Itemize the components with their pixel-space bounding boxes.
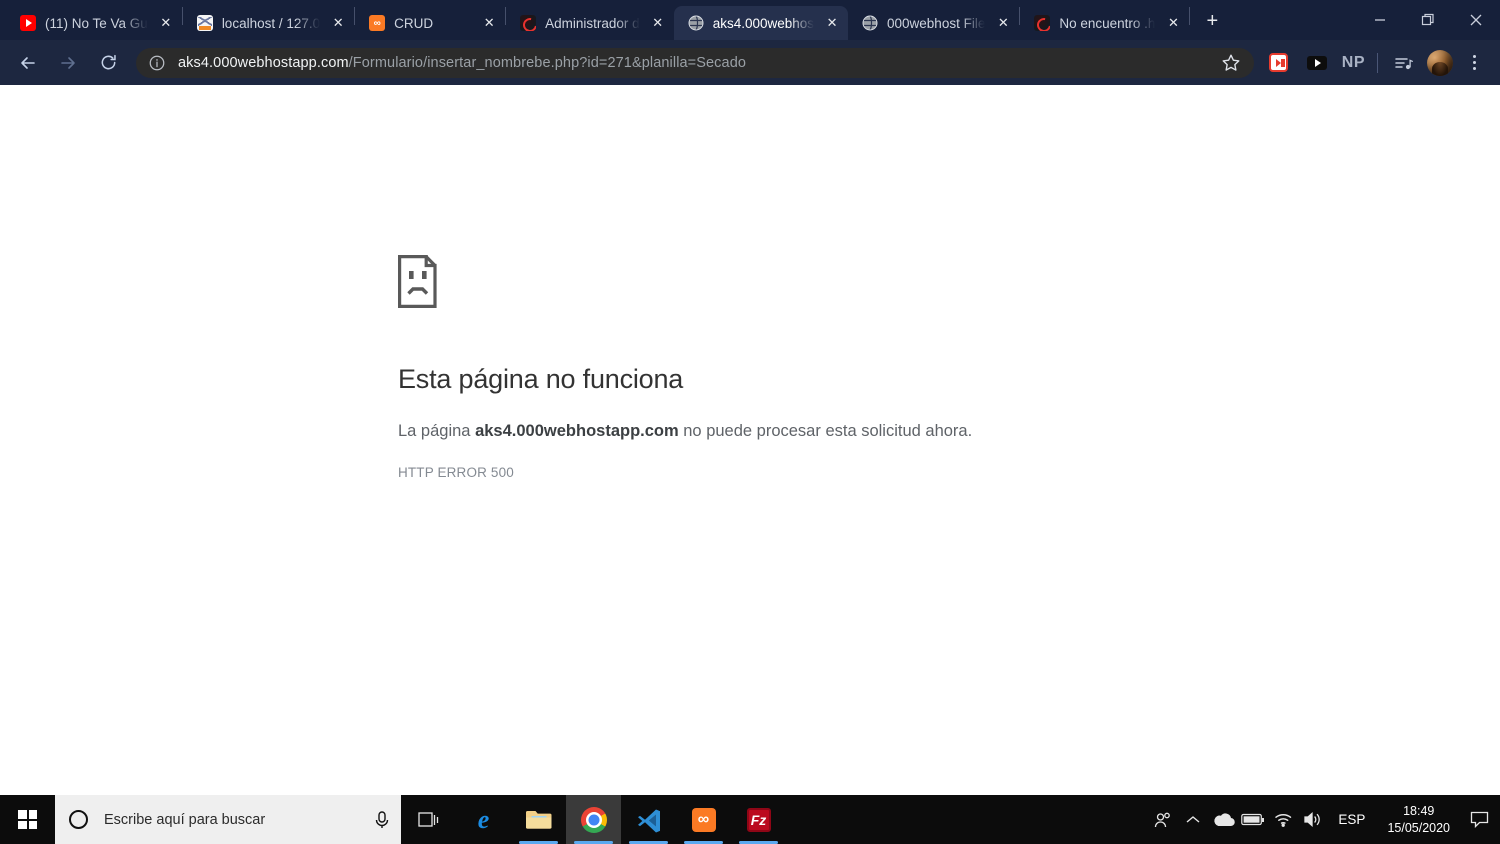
tab-title: (11) No Te Va Gu	[45, 15, 148, 31]
browser-tab-crud[interactable]: ∞ CRUD ✕	[355, 6, 505, 40]
000webhost-icon	[520, 15, 537, 31]
taskbar-item-file-explorer[interactable]	[511, 795, 566, 844]
new-tab-button[interactable]: +	[1198, 8, 1226, 36]
browser-tab-administrador[interactable]: Administrador d ✕	[506, 6, 674, 40]
phpmyadmin-icon	[196, 15, 213, 31]
battery-icon[interactable]	[1238, 795, 1268, 844]
error-message-prefix: La página	[398, 422, 476, 440]
onedrive-cloud-icon[interactable]	[1208, 795, 1238, 844]
tab-close-icon[interactable]: ✕	[1165, 15, 1181, 31]
vscode-icon	[636, 807, 662, 833]
taskbar-item-task-view[interactable]	[401, 795, 456, 844]
taskbar-item-edge[interactable]: e	[456, 795, 511, 844]
windows-start-icon[interactable]	[0, 795, 55, 844]
keyboard-language-label[interactable]: ESP	[1328, 812, 1375, 827]
tab-title: CRUD	[394, 15, 434, 31]
taskbar-item-filezilla[interactable]: Fz	[731, 795, 786, 844]
media-playlist-icon[interactable]	[1388, 48, 1418, 78]
taskbar-clock[interactable]: 18:49 15/05/2020	[1375, 795, 1462, 844]
browser-tab-youtube[interactable]: (11) No Te Va Gu ✕	[6, 6, 182, 40]
site-information-icon[interactable]	[148, 54, 166, 72]
bookmark-star-icon[interactable]	[1220, 52, 1242, 74]
clock-date: 15/05/2020	[1387, 820, 1450, 835]
globe-icon	[862, 15, 878, 31]
tab-close-icon[interactable]: ✕	[995, 15, 1011, 31]
tab-title: Administrador d	[545, 15, 640, 31]
window-controls	[1356, 0, 1500, 40]
cortana-icon[interactable]	[69, 810, 88, 829]
file-explorer-icon	[525, 808, 553, 831]
tab-title: 000webhost File	[887, 15, 986, 31]
address-bar-url: aks4.000webhostapp.com/Formulario/insert…	[178, 55, 1220, 71]
error-message-domain: aks4.000webhostapp.com	[475, 422, 679, 440]
windows-taskbar: Escribe aquí para buscar e ∞ Fz ESP 18:4…	[0, 795, 1500, 844]
search-input-placeholder[interactable]: Escribe aquí para buscar	[104, 812, 373, 828]
clock-time: 18:49	[1403, 803, 1435, 818]
error-code: HTTP ERROR 500	[398, 465, 514, 480]
xampp-icon: ∞	[369, 15, 386, 31]
close-button[interactable]	[1452, 0, 1500, 40]
page-title: Esta página no funciona	[398, 364, 684, 394]
xampp-icon: ∞	[691, 807, 716, 832]
taskbar-item-chrome[interactable]	[566, 795, 621, 844]
reload-icon[interactable]	[93, 48, 123, 78]
edge-icon: e	[477, 805, 490, 834]
fast-forward-extension-icon[interactable]	[1264, 48, 1294, 78]
action-center-icon[interactable]	[1462, 795, 1496, 844]
toolbar-separator	[1377, 52, 1378, 73]
profile-initials-label[interactable]: NP	[1336, 54, 1371, 72]
url-host: aks4.000webhostapp.com	[178, 54, 349, 71]
show-hidden-icons-icon[interactable]	[1178, 795, 1208, 844]
chrome-menu-icon[interactable]	[1460, 48, 1488, 78]
tab-separator	[1189, 7, 1191, 25]
taskbar-item-vscode[interactable]	[621, 795, 676, 844]
tab-close-icon[interactable]: ✕	[158, 15, 174, 31]
page-content-area: Esta página no funciona La página aks4.0…	[0, 85, 1500, 795]
chrome-browser-window: (11) No Te Va Gu ✕ localhost / 127.0 ✕ ∞…	[0, 0, 1500, 795]
browser-tab-000webhost-files[interactable]: 000webhost File ✕	[848, 6, 1019, 40]
microphone-icon[interactable]	[373, 810, 391, 830]
browser-tab-no-encuentro[interactable]: No encuentro .h ✕	[1020, 6, 1189, 40]
browser-toolbar: aks4.000webhostapp.com/Formulario/insert…	[0, 40, 1500, 85]
minimize-button[interactable]	[1356, 0, 1404, 40]
forward-arrow-icon[interactable]	[53, 48, 83, 78]
people-icon[interactable]	[1148, 795, 1178, 844]
error-message-suffix: no puede procesar esta solicitud ahora.	[678, 422, 973, 440]
address-bar[interactable]: aks4.000webhostapp.com/Formulario/insert…	[136, 47, 1254, 78]
error-message: La página aks4.000webhostapp.com no pued…	[398, 422, 1098, 441]
task-view-icon	[417, 811, 440, 829]
sad-page-icon	[398, 255, 441, 308]
youtube-icon	[20, 15, 36, 31]
youtube-extension-icon[interactable]	[1302, 48, 1332, 78]
taskbar-item-xampp[interactable]: ∞	[676, 795, 731, 844]
tab-title: No encuentro .h	[1059, 15, 1156, 31]
tab-close-icon[interactable]: ✕	[330, 15, 346, 31]
tab-close-icon[interactable]: ✕	[481, 15, 497, 31]
wifi-icon[interactable]	[1268, 795, 1298, 844]
tab-title: localhost / 127.0	[221, 15, 321, 31]
tab-strip: (11) No Te Va Gu ✕ localhost / 127.0 ✕ ∞…	[0, 0, 1500, 40]
back-arrow-icon[interactable]	[13, 48, 43, 78]
000webhost-icon	[1034, 15, 1051, 31]
tab-close-icon[interactable]: ✕	[650, 15, 666, 31]
filezilla-icon: Fz	[746, 807, 771, 832]
browser-tab-aks4-active[interactable]: aks4.000webhos ✕	[673, 6, 849, 40]
globe-icon	[688, 15, 704, 31]
volume-icon[interactable]	[1298, 795, 1328, 844]
error-page: Esta página no funciona La página aks4.0…	[398, 255, 1098, 480]
taskbar-search-box[interactable]: Escribe aquí para buscar	[55, 795, 401, 844]
chrome-icon	[580, 806, 607, 833]
browser-tab-localhost[interactable]: localhost / 127.0 ✕	[183, 6, 354, 40]
system-tray: ESP 18:49 15/05/2020	[1148, 795, 1500, 844]
url-path: /Formulario/insertar_nombrebe.php?id=271…	[348, 54, 747, 71]
user-avatar[interactable]	[1427, 49, 1453, 76]
tab-close-icon[interactable]: ✕	[824, 15, 840, 31]
tab-title: aks4.000webhos	[712, 15, 815, 31]
maximize-restore-button[interactable]	[1404, 0, 1452, 40]
